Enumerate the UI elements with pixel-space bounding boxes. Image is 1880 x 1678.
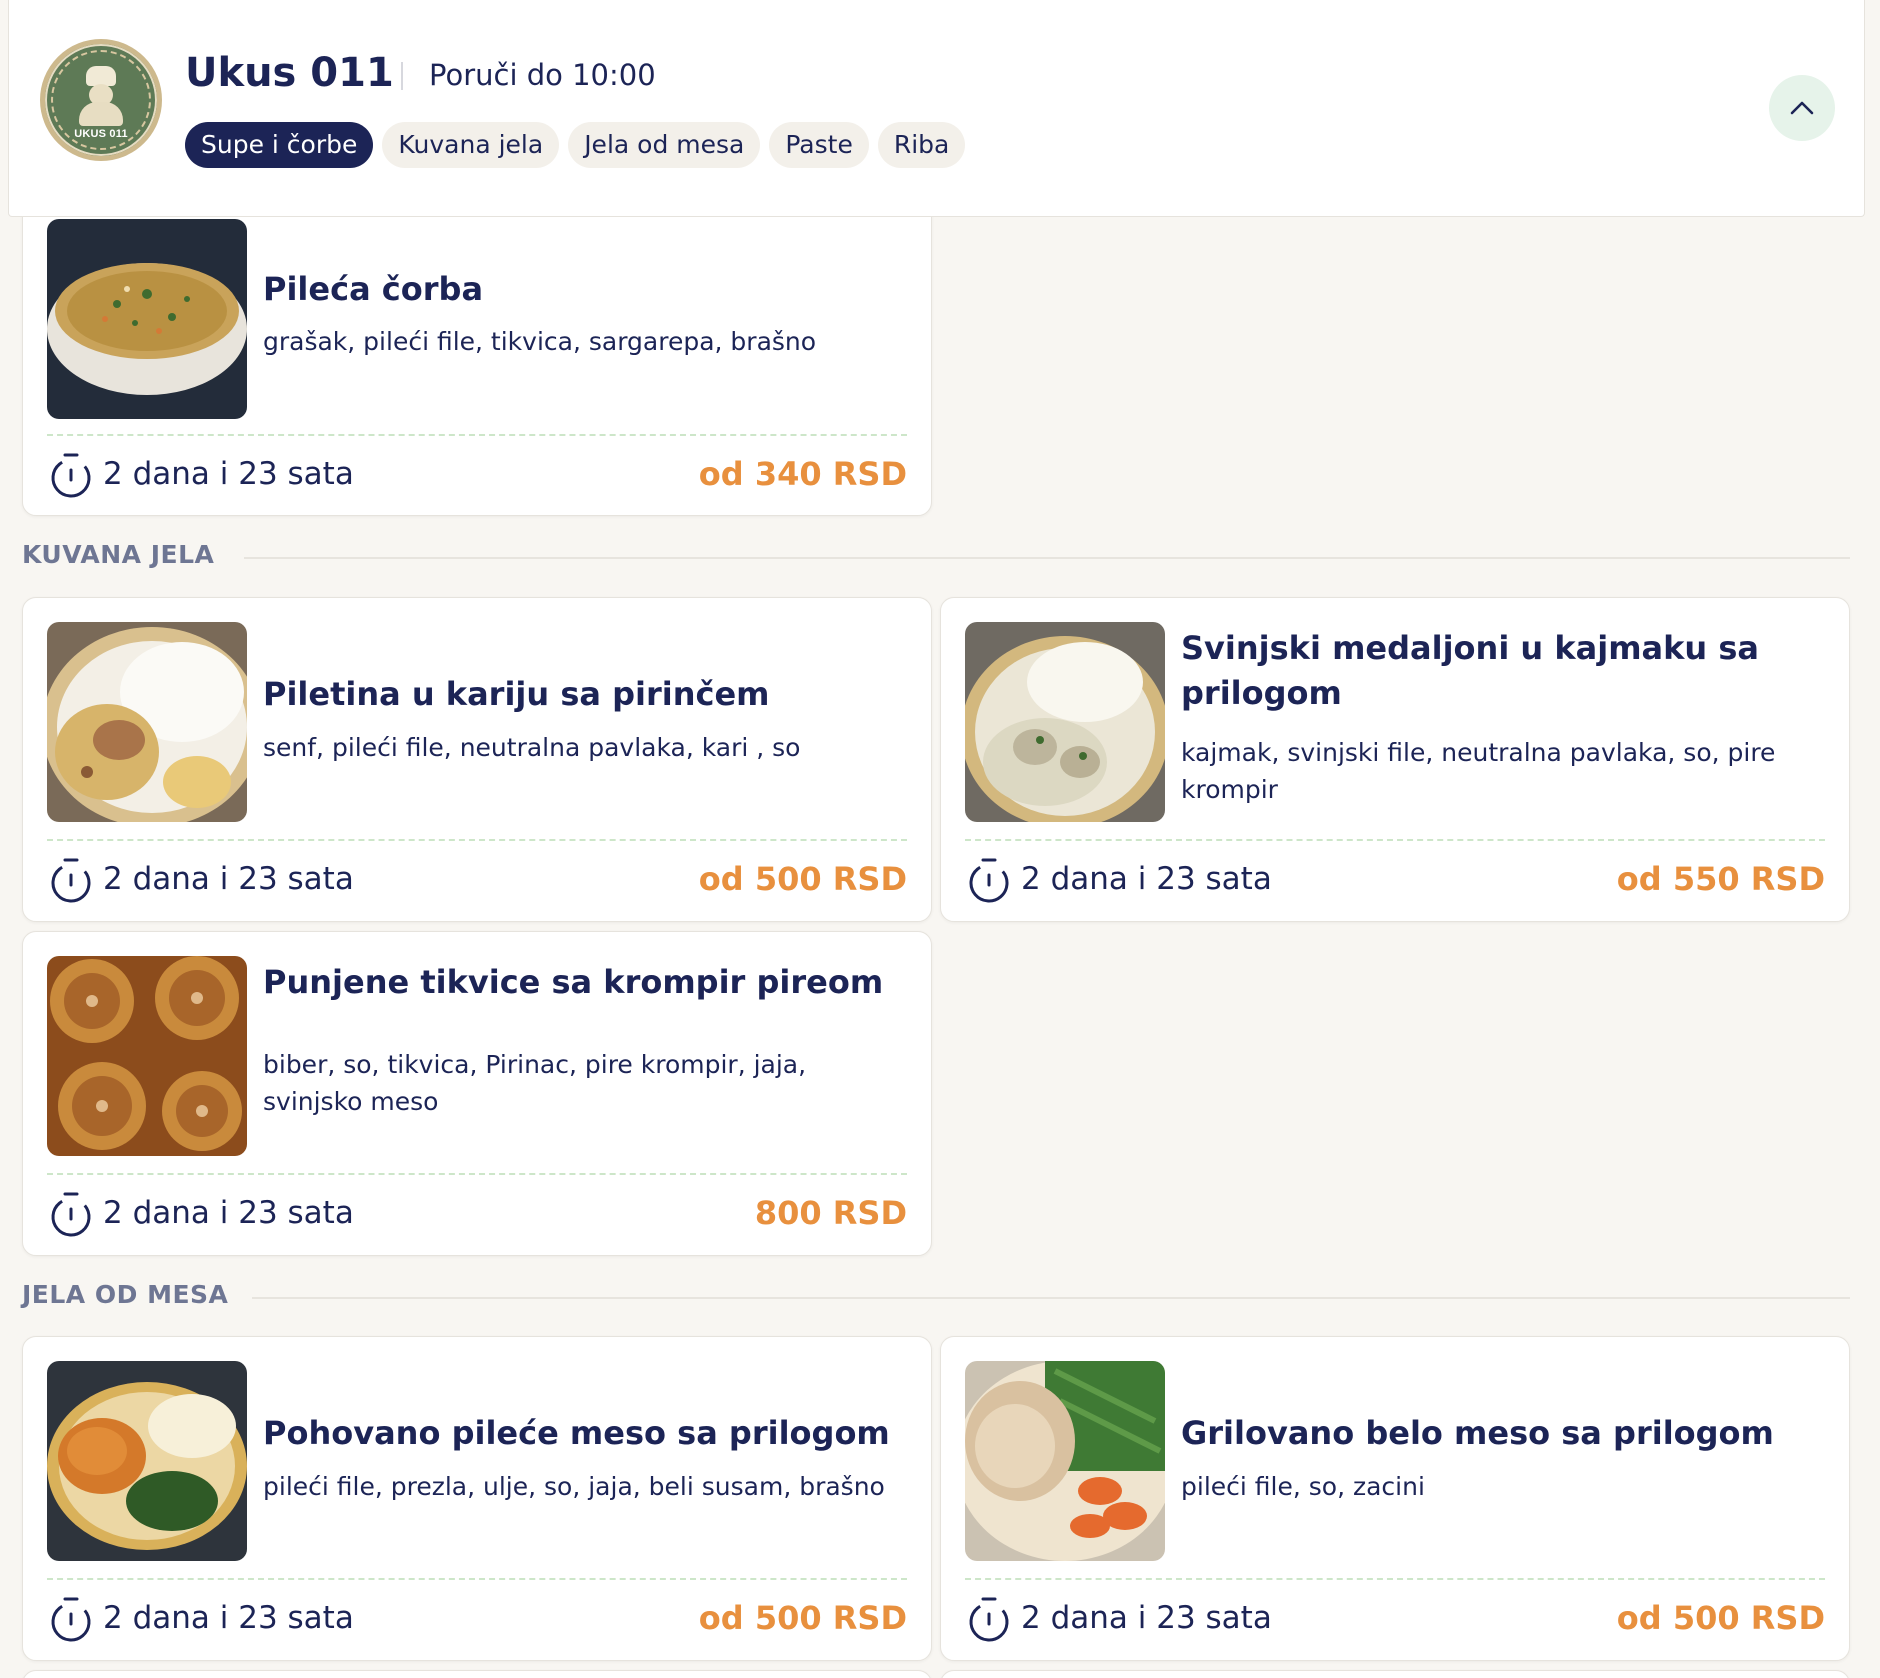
- dish-image: [47, 622, 247, 822]
- timer-icon: [969, 1597, 1009, 1642]
- order-deadline: Poruči do 10:00: [429, 58, 656, 92]
- prep-time: 2 dana i 23 sata: [103, 1600, 354, 1636]
- timer-icon: [969, 858, 1009, 903]
- section-title-jela-od-mesa: JELA OD MESA: [22, 1280, 229, 1309]
- menu-item-card[interactable]: Svinjski medaljoni u kajmaku sa prilogom…: [940, 597, 1850, 922]
- dish-price: od 340 RSD: [698, 455, 907, 493]
- timer-icon: [51, 1597, 91, 1642]
- restaurant-name: Ukus 011: [185, 50, 394, 96]
- section-divider: [244, 557, 1850, 559]
- timer-icon: [51, 858, 91, 903]
- menu-item-card[interactable]: Pileća čorba grašak, pileći file, tikvic…: [22, 180, 932, 516]
- menu-content: Pileća čorba grašak, pileći file, tikvic…: [0, 0, 1880, 1678]
- divider: [47, 434, 907, 436]
- menu-item-card[interactable]: Grilovano belo meso sa prilogom pileći f…: [940, 1336, 1850, 1661]
- prep-time: 2 dana i 23 sata: [1021, 861, 1272, 897]
- menu-item-card[interactable]: Punjene tikvice sa krompir pireom biber,…: [22, 931, 932, 1256]
- dish-price: od 500 RSD: [698, 1599, 907, 1637]
- section-divider: [252, 1297, 1850, 1299]
- tab-jela-od-mesa[interactable]: Jela od mesa: [568, 122, 761, 168]
- prep-time: 2 dana i 23 sata: [1021, 1600, 1272, 1636]
- category-tabs: Supe i čorbe Kuvana jela Jela od mesa Pa…: [185, 122, 966, 168]
- dish-name: Piletina u kariju sa pirinčem: [263, 675, 770, 713]
- chevron-up-icon: [1790, 101, 1814, 115]
- dish-name: Punjene tikvice sa krompir pireom: [263, 963, 884, 1001]
- divider: [965, 1578, 1825, 1580]
- dish-ingredients: pileći file, so, zacini: [1181, 1472, 1425, 1501]
- dish-name: Grilovano belo meso sa prilogom: [1181, 1414, 1774, 1452]
- dish-ingredients: kajmak, svinjski file, neutralna pavlaka…: [1181, 738, 1776, 804]
- prep-time: 2 dana i 23 sata: [103, 861, 354, 897]
- section-title-kuvana-jela: KUVANA JELA: [22, 540, 215, 569]
- dish-image: [965, 1361, 1165, 1561]
- dish-image: [47, 219, 247, 419]
- tab-supe-i-corbe[interactable]: Supe i čorbe: [185, 122, 374, 168]
- dish-name: Pohovano pileće meso sa prilogom: [263, 1414, 890, 1452]
- tab-riba[interactable]: Riba: [877, 122, 966, 168]
- collapse-header-button[interactable]: [1769, 75, 1835, 141]
- restaurant-logo: UKUS 011: [40, 39, 162, 161]
- divider: [47, 1578, 907, 1580]
- logo-text: UKUS 011: [74, 128, 128, 140]
- menu-item-card[interactable]: Pohovano pileće meso sa prilogom pileći …: [22, 1336, 932, 1661]
- prep-time: 2 dana i 23 sata: [103, 1195, 354, 1231]
- menu-item-card[interactable]: [940, 1670, 1850, 1678]
- dish-price: od 550 RSD: [1616, 860, 1825, 898]
- dish-ingredients: biber, so, tikvica, Pirinac, pire krompi…: [263, 1050, 807, 1116]
- restaurant-header: UKUS 011 Ukus 011 Poruči do 10:00 Supe i…: [8, 0, 1865, 217]
- divider: [47, 839, 907, 841]
- dish-ingredients: grašak, pileći file, tikvica, sargarepa,…: [263, 327, 817, 356]
- divider: [47, 1173, 907, 1175]
- menu-item-card[interactable]: [22, 1670, 932, 1678]
- tab-paste[interactable]: Paste: [769, 122, 869, 168]
- dish-image: [47, 1361, 247, 1561]
- menu-item-card[interactable]: Piletina u kariju sa pirinčem senf, pile…: [22, 597, 932, 922]
- dish-ingredients: senf, pileći file, neutralna pavlaka, ka…: [263, 733, 801, 762]
- tab-kuvana-jela[interactable]: Kuvana jela: [382, 122, 560, 168]
- divider: [965, 839, 1825, 841]
- dish-name: Pileća čorba: [263, 270, 484, 308]
- timer-icon: [51, 1192, 91, 1237]
- timer-icon: [51, 453, 91, 498]
- dish-ingredients: pileći file, prezla, ulje, so, jaja, bel…: [263, 1472, 885, 1501]
- dish-name: Svinjski medaljoni u kajmaku sa prilogom: [1181, 629, 1759, 712]
- dish-price: od 500 RSD: [698, 860, 907, 898]
- dish-image: [47, 956, 247, 1156]
- dish-price: od 500 RSD: [1616, 1599, 1825, 1637]
- divider: [401, 62, 403, 90]
- dish-image: [965, 622, 1165, 822]
- dish-price: 800 RSD: [754, 1194, 907, 1232]
- prep-time: 2 dana i 23 sata: [103, 456, 354, 492]
